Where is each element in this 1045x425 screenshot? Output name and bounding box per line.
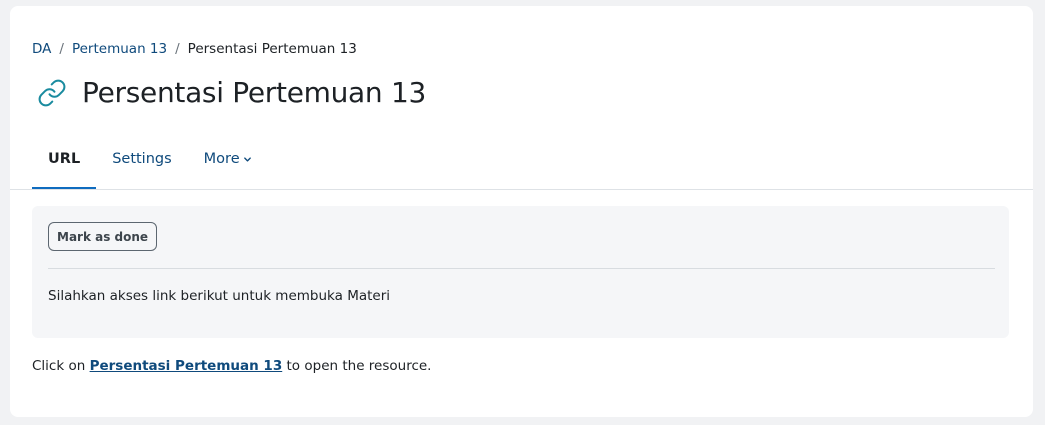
page-header: Persentasi Pertemuan 13 xyxy=(36,76,426,109)
page-title: Persentasi Pertemuan 13 xyxy=(82,76,426,109)
resource-link[interactable]: Persentasi Pertemuan 13 xyxy=(90,358,283,374)
tab-more-label: More xyxy=(203,151,240,167)
tab-url[interactable]: URL xyxy=(32,136,97,190)
tab-url-label: URL xyxy=(48,151,81,167)
tab-settings-label: Settings xyxy=(112,151,172,167)
tab-more[interactable]: More xyxy=(188,136,268,190)
mark-as-done-button[interactable]: Mark as done xyxy=(48,222,158,251)
breadcrumb-item-pertemuan-13[interactable]: Pertemuan 13 xyxy=(72,41,167,57)
activity-description: Silahkan akses link berikut untuk membuk… xyxy=(48,288,391,304)
breadcrumb-separator: / xyxy=(59,41,64,57)
main-card: DA / Pertemuan 13 / Persentasi Pertemuan… xyxy=(10,6,1033,417)
breadcrumb: DA / Pertemuan 13 / Persentasi Pertemuan… xyxy=(32,41,357,57)
resource-prompt: Click on Persentasi Pertemuan 13 to open… xyxy=(32,358,431,374)
tab-settings[interactable]: Settings xyxy=(96,136,187,190)
resource-suffix: to open the resource. xyxy=(286,358,432,374)
chevron-down-icon xyxy=(243,136,252,182)
breadcrumb-current: Persentasi Pertemuan 13 xyxy=(187,41,357,57)
link-icon xyxy=(36,77,68,109)
tabs-divider xyxy=(10,189,1033,190)
activity-information: Mark as done Silahkan akses link berikut… xyxy=(32,206,1009,338)
breadcrumb-separator: / xyxy=(175,41,180,57)
divider xyxy=(48,268,995,269)
resource-prefix: Click on xyxy=(32,358,86,374)
breadcrumb-item-da[interactable]: DA xyxy=(32,41,51,57)
secondary-navigation: URL Settings More xyxy=(32,136,268,190)
